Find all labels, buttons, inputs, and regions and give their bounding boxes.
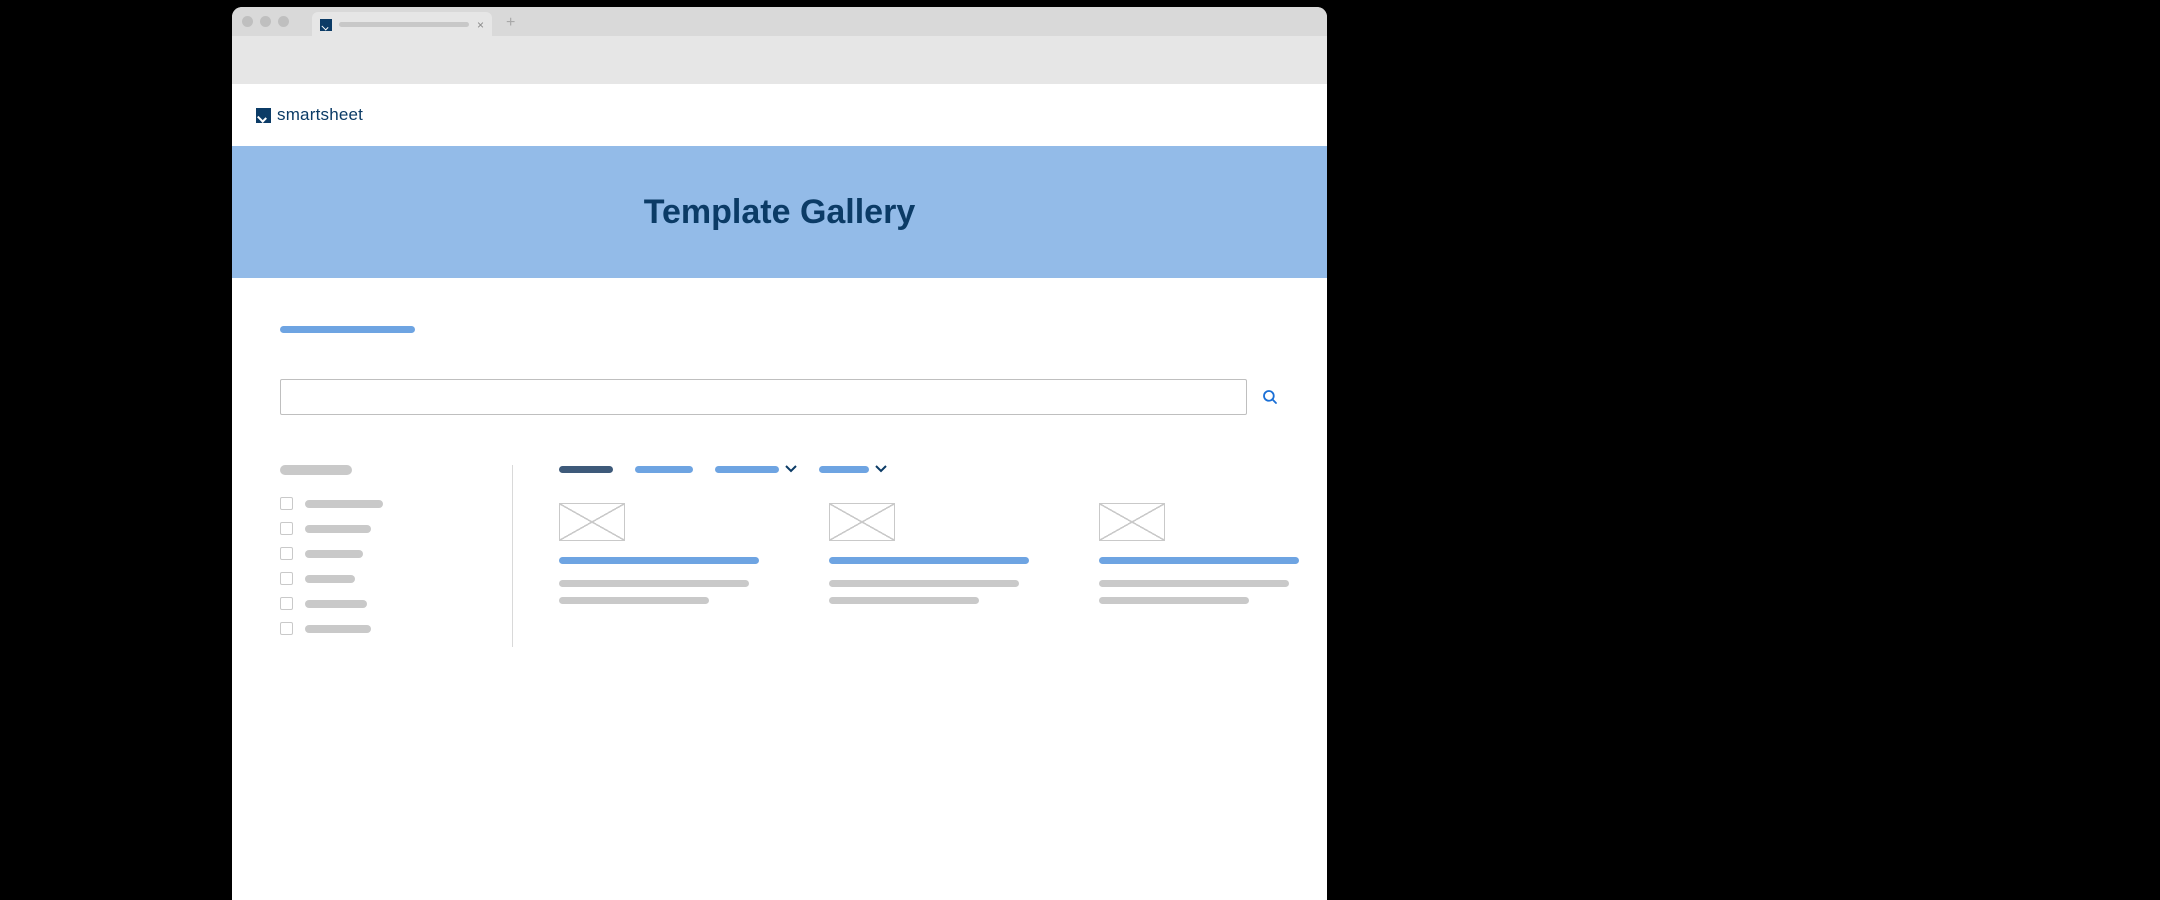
checkbox-icon[interactable] xyxy=(280,572,293,585)
sidebar-item-label xyxy=(305,575,355,583)
checkbox-icon[interactable] xyxy=(280,597,293,610)
checkbox-icon[interactable] xyxy=(280,522,293,535)
browser-tab[interactable]: × xyxy=(312,12,492,38)
filter-label xyxy=(819,466,869,473)
checkbox-icon[interactable] xyxy=(280,622,293,635)
sidebar-item[interactable] xyxy=(280,522,488,535)
chevron-down-icon xyxy=(785,465,797,473)
sidebar-item[interactable] xyxy=(280,497,488,510)
template-thumbnail xyxy=(1099,503,1165,541)
browser-window: × + smartsheet Template Gallery xyxy=(232,7,1327,900)
sidebar-item-label xyxy=(305,550,363,558)
checkbox-icon[interactable] xyxy=(280,547,293,560)
chevron-down-icon xyxy=(875,465,887,473)
template-description-line xyxy=(559,597,709,604)
filter-pill[interactable] xyxy=(559,466,613,473)
main-content xyxy=(512,465,1299,647)
brand-header: smartsheet xyxy=(232,84,1327,146)
checkbox-icon[interactable] xyxy=(280,497,293,510)
template-title xyxy=(559,557,759,564)
sidebar-item[interactable] xyxy=(280,572,488,585)
filter-sidebar xyxy=(280,465,512,647)
sidebar-item-label xyxy=(305,600,367,608)
template-description-line xyxy=(829,580,1019,587)
search-row xyxy=(280,379,1279,415)
filter-row xyxy=(559,465,1299,473)
template-title xyxy=(829,557,1029,564)
page-title: Template Gallery xyxy=(644,193,916,232)
filter-label xyxy=(715,466,779,473)
template-description-line xyxy=(559,580,749,587)
window-dot-minimize[interactable] xyxy=(260,16,271,27)
page: smartsheet Template Gallery xyxy=(232,84,1327,900)
template-description-line xyxy=(1099,580,1289,587)
template-card[interactable] xyxy=(829,503,1029,614)
template-card[interactable] xyxy=(559,503,759,614)
filter-pill[interactable] xyxy=(819,465,887,473)
search-input[interactable] xyxy=(280,379,1247,415)
sidebar-item[interactable] xyxy=(280,622,488,635)
sidebar-item-label xyxy=(305,500,383,508)
template-card[interactable] xyxy=(1099,503,1299,614)
filter-pill[interactable] xyxy=(715,465,797,473)
tab-favicon-icon xyxy=(320,19,332,31)
browser-chrome: × + xyxy=(232,7,1327,36)
tab-title xyxy=(339,22,469,27)
sidebar-item-label xyxy=(305,525,371,533)
breadcrumb[interactable] xyxy=(280,326,415,333)
sidebar-item-label xyxy=(305,625,371,633)
template-thumbnail xyxy=(829,503,895,541)
template-description-line xyxy=(1099,597,1249,604)
template-title xyxy=(1099,557,1299,564)
brand-name: smartsheet xyxy=(277,105,363,125)
sidebar-item[interactable] xyxy=(280,597,488,610)
browser-toolbar xyxy=(232,36,1327,84)
hero-banner: Template Gallery xyxy=(232,146,1327,278)
template-cards xyxy=(559,503,1299,614)
brand-logo[interactable]: smartsheet xyxy=(256,105,363,125)
template-description-line xyxy=(829,597,979,604)
tab-close-icon[interactable]: × xyxy=(477,19,484,31)
search-icon[interactable] xyxy=(1261,388,1279,406)
filter-pill[interactable] xyxy=(635,466,693,473)
new-tab-icon[interactable]: + xyxy=(506,15,515,31)
brand-mark-icon xyxy=(256,108,271,123)
filter-label xyxy=(559,466,613,473)
template-thumbnail xyxy=(559,503,625,541)
window-dot-close[interactable] xyxy=(242,16,253,27)
sidebar-item[interactable] xyxy=(280,547,488,560)
window-dot-zoom[interactable] xyxy=(278,16,289,27)
sidebar-heading xyxy=(280,465,352,475)
filter-label xyxy=(635,466,693,473)
